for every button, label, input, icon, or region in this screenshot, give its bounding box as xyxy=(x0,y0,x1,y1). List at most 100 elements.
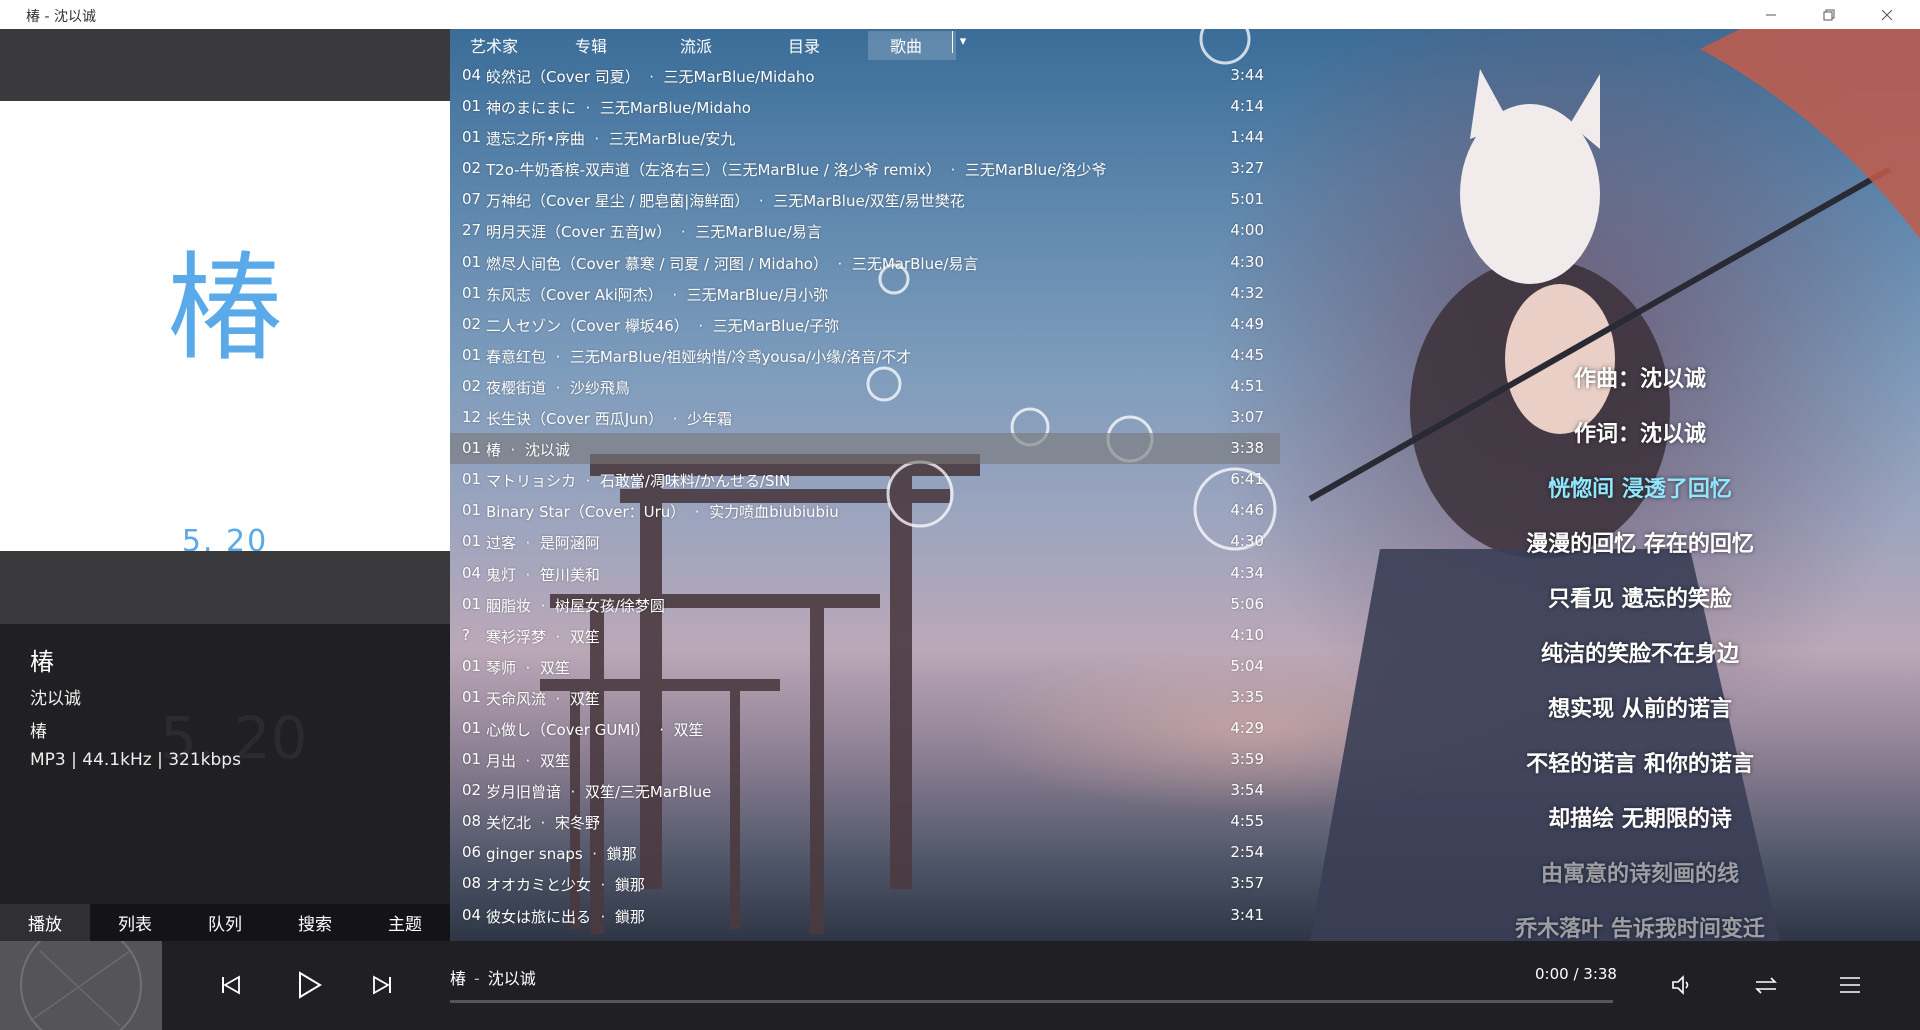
menu-button[interactable] xyxy=(1830,965,1870,1005)
song-row[interactable]: 04 鬼灯 · 笹川美和 4:34 xyxy=(450,558,1280,589)
song-row[interactable]: 01 燃尽人间色（Cover 慕寒 / 司夏 / 河图 / Midaho） · 三… xyxy=(450,247,1280,278)
song-separator: · xyxy=(576,472,600,491)
song-track-number: 01 xyxy=(462,718,482,737)
song-row[interactable]: 01 Binary Star（Cover：Uru） · 实力喷血biubiubiu… xyxy=(450,495,1280,526)
song-row[interactable]: 01 天命风流 · 双笙 3:35 xyxy=(450,682,1280,713)
nav-artists[interactable]: 艺术家 xyxy=(470,33,518,57)
tab-theme[interactable]: 主题 xyxy=(360,904,450,941)
song-duration: 5:04 xyxy=(1230,656,1264,675)
progress-bar[interactable] xyxy=(450,1000,1613,1003)
close-button[interactable] xyxy=(1864,0,1910,29)
nav-songs[interactable]: 歌曲 xyxy=(868,31,957,60)
song-separator: · xyxy=(516,752,540,771)
song-title: 春意红包 xyxy=(486,347,547,366)
song-track-number: 01 xyxy=(462,345,482,364)
song-track-number: 01 xyxy=(462,656,482,675)
cover-top-strip xyxy=(0,29,450,101)
song-title: 胭脂妆 xyxy=(486,596,532,615)
song-text: Binary Star（Cover：Uru） · 实力喷血biubiubiu xyxy=(486,501,839,522)
song-row[interactable]: 08 オオカミと少女 · 鎖那 3:57 xyxy=(450,868,1280,899)
song-row[interactable]: 01 月出 · 双笙 3:59 xyxy=(450,744,1280,775)
song-track-number: 12 xyxy=(462,408,482,427)
song-separator: · xyxy=(941,161,965,180)
song-title: 关忆北 xyxy=(486,814,532,833)
song-artist: 双笙 xyxy=(569,689,600,708)
song-row[interactable]: 02 二人セゾン（Cover 欅坂46） · 三无MarBlue/子弥 4:49 xyxy=(450,309,1280,340)
close-icon xyxy=(1881,9,1893,20)
thumbnail-art xyxy=(20,941,142,1030)
song-artist: 宋冬野 xyxy=(554,814,600,833)
now-playing-title: 椿 xyxy=(450,969,467,988)
song-row[interactable]: 02 T2o-牛奶香槟-双声道（左洛右三）（三无MarBlue / 洛少爷 rem… xyxy=(450,153,1280,184)
menu-icon xyxy=(1840,977,1860,993)
restore-button[interactable] xyxy=(1806,0,1852,29)
song-row[interactable]: 02 夜樱街道 · 沙纱飛鳥 4:51 xyxy=(450,371,1280,402)
play-button[interactable] xyxy=(289,965,329,1005)
song-row[interactable]: 07 万神纪（Cover 星尘 / 肥皂菌|海鲜面） · 三无MarBlue/双笙… xyxy=(450,184,1280,215)
song-row[interactable]: 01 神のまにまに · 三无MarBlue/Midaho 4:14 xyxy=(450,91,1280,122)
song-row[interactable]: ? 寒衫浮梦 · 双笙 4:10 xyxy=(450,620,1280,651)
song-row[interactable]: 12 长生诀（Cover 西瓜Jun） · 少年霜 3:07 xyxy=(450,402,1280,433)
skip-previous-icon xyxy=(222,975,240,995)
song-track-number: 01 xyxy=(462,532,482,551)
track-artist: 沈以诚 xyxy=(30,689,81,709)
song-separator: · xyxy=(516,658,540,677)
song-row[interactable]: 01 椿 · 沈以诚 3:38 xyxy=(450,433,1280,465)
song-artist: 三无MarBlue/易言 xyxy=(695,223,822,242)
song-title: 皎然记（Cover 司夏） xyxy=(486,68,640,86)
player-bar: 椿 - 沈以诚 0:00 / 3:38 xyxy=(0,941,1920,1030)
song-duration: 3:27 xyxy=(1230,159,1264,178)
song-row[interactable]: 08 关忆北 · 宋冬野 4:55 xyxy=(450,806,1280,837)
nav-albums[interactable]: 专辑 xyxy=(575,33,607,57)
song-track-number: 02 xyxy=(462,376,482,395)
next-button[interactable] xyxy=(362,965,402,1005)
song-track-number: ? xyxy=(462,625,470,644)
repeat-icon xyxy=(1755,977,1777,994)
song-title: T2o-牛奶香槟-双声道（左洛右三）（三无MarBlue / 洛少爷 remix… xyxy=(486,161,942,180)
song-text: 二人セゾン（Cover 欅坂46） · 三无MarBlue/子弥 xyxy=(486,315,839,336)
song-text: オオカミと少女 · 鎖那 xyxy=(486,874,645,895)
cover-glyph: 椿 xyxy=(167,241,283,376)
song-title: 神のまにまに xyxy=(486,99,577,118)
song-text: 寒衫浮梦 · 双笙 xyxy=(486,626,600,647)
chevron-down-icon[interactable]: ▾ xyxy=(952,31,973,53)
song-artist: 三无MarBlue/月小弥 xyxy=(686,285,829,304)
nav-genres[interactable]: 流派 xyxy=(680,33,712,57)
song-text: 神のまにまに · 三无MarBlue/Midaho xyxy=(486,97,751,118)
song-duration: 3:07 xyxy=(1230,408,1264,427)
song-row[interactable]: 01 胭脂妆 · 树屋女孩/徐梦圆 5:06 xyxy=(450,589,1280,620)
previous-button[interactable] xyxy=(211,965,251,1005)
song-row[interactable]: 01 心做し（Cover GUMI） · 双笙 4:29 xyxy=(450,713,1280,744)
repeat-button[interactable] xyxy=(1746,965,1786,1005)
nav-folders[interactable]: 目录 xyxy=(788,33,820,57)
skip-next-icon xyxy=(373,975,391,995)
song-row[interactable]: 04 皎然记（Cover 司夏） · 三无MarBlue/Midaho 3:44 xyxy=(450,60,1280,91)
song-row[interactable]: 01 东风志（Cover Aki阿杰） · 三无MarBlue/月小弥 4:32 xyxy=(450,278,1280,309)
song-track-number: 01 xyxy=(462,501,482,520)
song-text: 琴师 · 双笙 xyxy=(486,657,570,678)
tab-list[interactable]: 列表 xyxy=(90,904,180,941)
tab-queue[interactable]: 队列 xyxy=(180,904,270,941)
song-row[interactable]: 01 遗忘之所•序曲 · 三无MarBlue/安九 1:44 xyxy=(450,122,1280,153)
album-thumbnail[interactable] xyxy=(0,941,162,1030)
song-title: 过客 xyxy=(486,534,517,553)
tab-play[interactable]: 播放 xyxy=(0,904,90,941)
song-row[interactable]: 01 琴师 · 双笙 5:04 xyxy=(450,651,1280,682)
song-row[interactable]: 01 春意红包 · 三无MarBlue/祖娅纳惜/冷鸢yousa/小缘/洛音/不才… xyxy=(450,340,1280,371)
song-duration: 3:59 xyxy=(1230,750,1264,769)
tab-search[interactable]: 搜索 xyxy=(270,904,360,941)
song-row[interactable]: 02 岁月旧曾谙 · 双笙/三无MarBlue 3:54 xyxy=(450,775,1280,806)
song-track-number: 08 xyxy=(462,874,482,893)
song-list: 04 皎然记（Cover 司夏） · 三无MarBlue/Midaho 3:44 01… xyxy=(450,60,1280,931)
lyric-line: 想实现 从前的诺言 xyxy=(1548,697,1732,722)
song-row[interactable]: 01 マトリョシカ · 石敢當/凋味料/かんせる/SIN 6:41 xyxy=(450,464,1280,495)
minimize-button[interactable] xyxy=(1748,0,1794,29)
song-text: 长生诀（Cover 西瓜Jun） · 少年霜 xyxy=(486,408,732,429)
song-row[interactable]: 01 过客 · 是阿涵阿 4:30 xyxy=(450,526,1280,557)
song-row[interactable]: 06 ginger snaps · 鎖那 2:54 xyxy=(450,837,1280,868)
volume-button[interactable] xyxy=(1662,965,1702,1005)
song-row[interactable]: 27 明月天涯（Cover 五音Jw） · 三无MarBlue/易言 4:00 xyxy=(450,215,1280,246)
song-artist: 鎖那 xyxy=(614,907,645,926)
song-row[interactable]: 04 彼女は旅に出る · 鎖那 3:41 xyxy=(450,900,1280,931)
lyric-line-current: 恍惚间 浸透了回忆 xyxy=(1548,477,1732,502)
